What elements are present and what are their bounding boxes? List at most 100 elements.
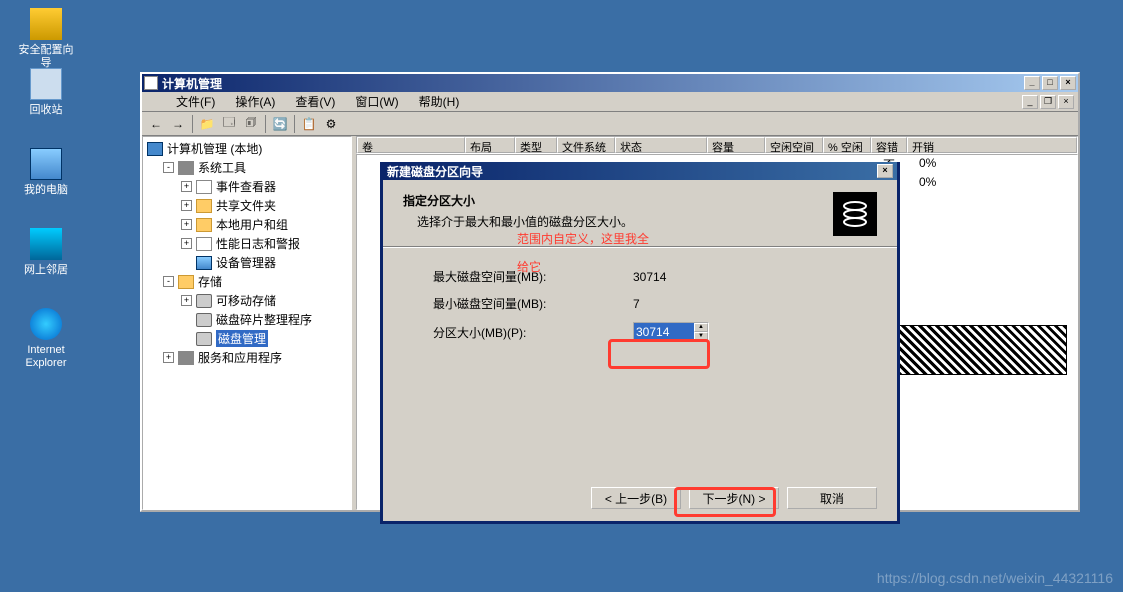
col-pctfree[interactable]: % 空闲: [823, 137, 871, 153]
perf-icon: [196, 237, 212, 251]
refresh-button[interactable]: 🔄: [270, 114, 290, 134]
dialog-subheading: 选择介于最大和最小值的磁盘分区大小。: [403, 213, 833, 230]
max-space-label: 最大磁盘空间量(MB):: [433, 268, 633, 285]
menu-action[interactable]: 操作(A): [225, 91, 285, 112]
col-type[interactable]: 类型: [515, 137, 557, 153]
col-fault[interactable]: 容错: [871, 137, 907, 153]
doc-icon: [146, 95, 160, 109]
col-status[interactable]: 状态: [615, 137, 707, 153]
network-icon: [30, 228, 62, 260]
tree-removable[interactable]: +可移动存储: [145, 291, 349, 310]
tree-root[interactable]: 计算机管理 (本地): [145, 139, 349, 158]
menu-help[interactable]: 帮助(H): [409, 91, 470, 112]
mdi-close-button[interactable]: ×: [1058, 95, 1074, 109]
dialog-title: 新建磁盘分区向导: [387, 163, 483, 180]
desktop-icon-recycle[interactable]: 回收站: [14, 68, 78, 117]
tree-defrag[interactable]: +磁盘碎片整理程序: [145, 310, 349, 329]
ie-icon: [30, 308, 62, 340]
max-space-value: 30714: [633, 270, 666, 284]
maximize-button[interactable]: □: [1042, 76, 1058, 90]
partition-size-row: 分区大小(MB)(P): ▲ ▼: [433, 322, 877, 342]
expand-icon[interactable]: +: [181, 200, 192, 211]
disk-graphic[interactable]: [897, 325, 1067, 375]
col-overhead[interactable]: 开销: [907, 137, 1077, 153]
window-title: 计算机管理: [162, 75, 222, 92]
back-button[interactable]: < 上一步(B): [591, 487, 681, 509]
desktop-icon-security-wizard[interactable]: 安全配置向导: [14, 8, 78, 70]
defrag-icon: [196, 313, 212, 327]
tree-services[interactable]: +服务和应用程序: [145, 348, 349, 367]
cancel-button[interactable]: 取消: [787, 487, 877, 509]
dialog-close-button[interactable]: ×: [877, 164, 893, 178]
menu-view[interactable]: 查看(V): [285, 91, 345, 112]
menu-window[interactable]: 窗口(W): [345, 91, 408, 112]
next-button[interactable]: 下一步(N) >: [689, 487, 779, 509]
diskmgmt-icon: [196, 332, 212, 346]
max-space-row: 最大磁盘空间量(MB): 30714: [433, 268, 877, 285]
col-free[interactable]: 空闲空间: [765, 137, 823, 153]
menubar: 文件(F) 操作(A) 查看(V) 窗口(W) 帮助(H) _ ❐ ×: [142, 92, 1078, 112]
tree-system-tools[interactable]: -系统工具: [145, 158, 349, 177]
tree-device-manager[interactable]: +设备管理器: [145, 253, 349, 272]
minimize-button[interactable]: _: [1024, 76, 1040, 90]
back-button[interactable]: ←: [146, 114, 166, 134]
expand-icon[interactable]: +: [163, 352, 174, 363]
close-button[interactable]: ×: [1060, 76, 1076, 90]
computer-icon: [30, 148, 62, 180]
expand-icon[interactable]: +: [181, 295, 192, 306]
expand-icon[interactable]: +: [181, 181, 192, 192]
col-layout[interactable]: 布局: [465, 137, 515, 153]
list-header: 卷 布局 类型 文件系统 状态 容量 空闲空间 % 空闲 容错 开销: [356, 136, 1078, 154]
partition-size-input[interactable]: [634, 323, 694, 341]
spinner-down-button[interactable]: ▼: [694, 332, 708, 341]
tree-panel[interactable]: 计算机管理 (本地) -系统工具 +事件查看器 +共享文件夹 +本地用户和组 +…: [142, 136, 352, 510]
tree-performance[interactable]: +性能日志和警报: [145, 234, 349, 253]
col-capacity[interactable]: 容量: [707, 137, 765, 153]
dialog-heading: 指定分区大小: [403, 192, 833, 209]
spinner-up-button[interactable]: ▲: [694, 323, 708, 332]
dialog-titlebar[interactable]: 新建磁盘分区向导 ×: [383, 162, 897, 180]
desktop-icon-network[interactable]: 网上邻居: [14, 228, 78, 277]
tool-button[interactable]: ⚙: [321, 114, 341, 134]
min-space-value: 7: [633, 297, 640, 311]
titlebar[interactable]: 计算机管理 _ □ ×: [142, 74, 1078, 92]
col-volume[interactable]: 卷: [357, 137, 465, 153]
help-button[interactable]: 📋: [299, 114, 319, 134]
partition-size-spinner[interactable]: ▲ ▼: [633, 322, 709, 342]
menu-file[interactable]: 文件(F): [166, 91, 225, 112]
disk-stack-icon: [833, 192, 877, 236]
expand-icon[interactable]: +: [181, 238, 192, 249]
toolbar: ← → 📁 🗔 🗊 🔄 📋 ⚙: [142, 112, 1078, 136]
tree-storage[interactable]: -存储: [145, 272, 349, 291]
tree-shared-folders[interactable]: +共享文件夹: [145, 196, 349, 215]
new-partition-wizard-dialog: 新建磁盘分区向导 × 指定分区大小 选择介于最大和最小值的磁盘分区大小。 最大磁…: [380, 162, 900, 524]
app-icon: [144, 76, 158, 90]
tools-icon: [178, 161, 194, 175]
folder-icon: [196, 199, 212, 213]
tree-disk-management[interactable]: +磁盘管理: [145, 329, 349, 348]
removable-icon: [196, 294, 212, 308]
services-icon: [178, 351, 194, 365]
tree-local-users[interactable]: +本地用户和组: [145, 215, 349, 234]
storage-icon: [178, 275, 194, 289]
props-button[interactable]: 🗔: [219, 114, 239, 134]
col-fs[interactable]: 文件系统: [557, 137, 615, 153]
shield-icon: [30, 8, 62, 40]
up-button[interactable]: 📁: [197, 114, 217, 134]
desktop-icon-ie[interactable]: Internet Explorer: [14, 308, 78, 370]
forward-button[interactable]: →: [168, 114, 188, 134]
mdi-restore-button[interactable]: ❐: [1040, 95, 1056, 109]
recycle-icon: [30, 68, 62, 100]
tree-event-viewer[interactable]: +事件查看器: [145, 177, 349, 196]
mdi-minimize-button[interactable]: _: [1022, 95, 1038, 109]
view-button[interactable]: 🗊: [241, 114, 261, 134]
device-icon: [196, 256, 212, 270]
event-icon: [196, 180, 212, 194]
expand-icon[interactable]: +: [181, 219, 192, 230]
desktop-icon-my-computer[interactable]: 我的电脑: [14, 148, 78, 197]
partition-size-label: 分区大小(MB)(P):: [433, 324, 633, 341]
collapse-icon[interactable]: -: [163, 276, 174, 287]
computer-icon: [147, 142, 163, 156]
min-space-row: 最小磁盘空间量(MB): 7: [433, 295, 877, 312]
collapse-icon[interactable]: -: [163, 162, 174, 173]
